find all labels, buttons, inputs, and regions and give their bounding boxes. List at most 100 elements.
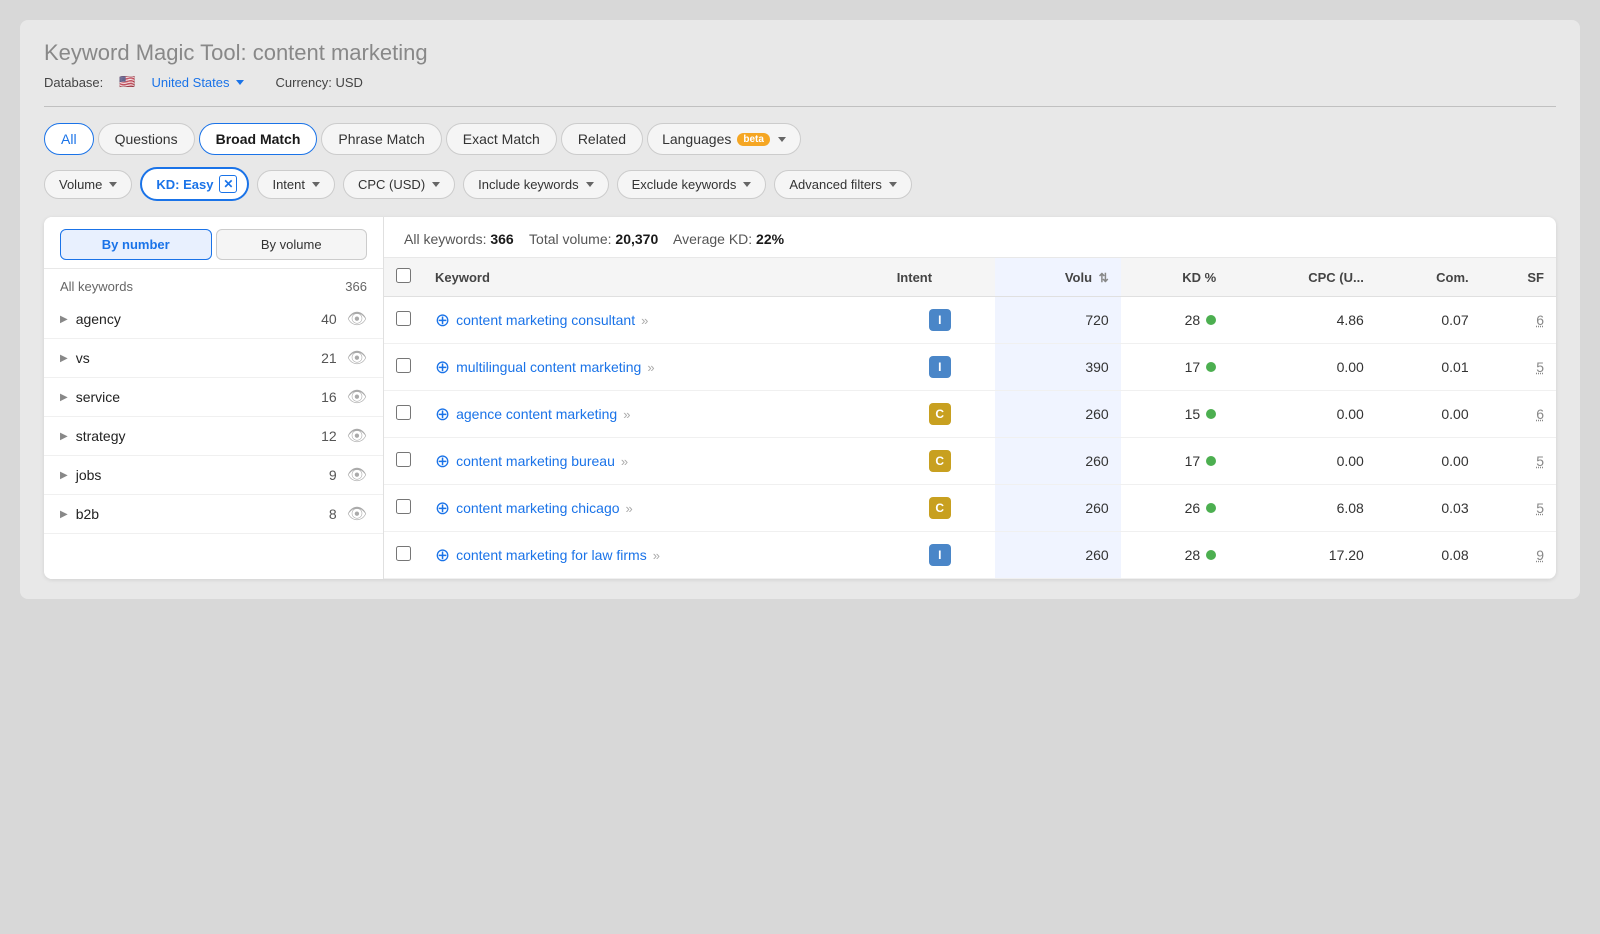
- keyword-col-header[interactable]: Keyword: [423, 258, 885, 297]
- sidebar-item-agency[interactable]: ▶ agency 40 👁: [44, 300, 383, 339]
- page-title: Keyword Magic Tool: content marketing: [44, 40, 1556, 66]
- row-checkbox[interactable]: [396, 546, 411, 561]
- table-header-row: Keyword Intent Volu ⇅ KD %: [384, 258, 1556, 297]
- kd-cell: 26: [1121, 485, 1228, 532]
- cpc-col-header[interactable]: CPC (U...: [1228, 258, 1376, 297]
- tab-exact-match[interactable]: Exact Match: [446, 123, 557, 155]
- volume-cell: 260: [995, 391, 1121, 438]
- sidebar-item-service[interactable]: ▶ service 16 👁: [44, 378, 383, 417]
- database-link[interactable]: United States: [151, 75, 243, 90]
- kd-cell: 17: [1121, 344, 1228, 391]
- kd-col-header[interactable]: KD %: [1121, 258, 1228, 297]
- main-container: Keyword Magic Tool: content marketing Da…: [20, 20, 1580, 599]
- advanced-chevron-icon: [889, 182, 897, 187]
- select-all-header[interactable]: [384, 258, 423, 297]
- kd-dot-icon: [1206, 550, 1216, 560]
- intent-col-header[interactable]: Intent: [885, 258, 995, 297]
- tab-phrase-match[interactable]: Phrase Match: [321, 123, 441, 155]
- tab-related[interactable]: Related: [561, 123, 643, 155]
- by-number-button[interactable]: By number: [60, 229, 212, 260]
- include-chevron-icon: [586, 182, 594, 187]
- table-row: ⊕agence content marketing»C260150.000.00…: [384, 391, 1556, 438]
- keyword-link[interactable]: ⊕content marketing chicago»: [435, 499, 873, 517]
- volume-sort-icon: ⇅: [1099, 271, 1109, 285]
- tabs-row: All Questions Broad Match Phrase Match E…: [44, 123, 1556, 155]
- add-keyword-icon[interactable]: ⊕: [435, 546, 450, 564]
- advanced-filters[interactable]: Advanced filters: [774, 170, 912, 199]
- sidebar-item-strategy[interactable]: ▶ strategy 12 👁: [44, 417, 383, 456]
- service-eye-icon[interactable]: 👁: [347, 387, 367, 407]
- kd-dot-icon: [1206, 503, 1216, 513]
- exclude-chevron-icon: [743, 182, 751, 187]
- sidebar-item-jobs[interactable]: ▶ jobs 9 👁: [44, 456, 383, 495]
- flag-icon: 🇺🇸: [119, 74, 135, 90]
- cpc-chevron-icon: [432, 182, 440, 187]
- cpc-filter[interactable]: CPC (USD): [343, 170, 455, 199]
- keyword-link[interactable]: ⊕agence content marketing»: [435, 405, 873, 423]
- volume-cell: 720: [995, 297, 1121, 344]
- keyword-cell: ⊕content marketing bureau»: [423, 438, 885, 485]
- kd-easy-filter[interactable]: KD: Easy ✕: [140, 167, 249, 201]
- keyword-chevrons-icon: »: [626, 501, 633, 516]
- currency-label: Currency: USD: [276, 75, 363, 90]
- volume-col-header[interactable]: Volu ⇅: [995, 258, 1121, 297]
- volume-chevron-icon: [109, 182, 117, 187]
- sidebar-item-b2b[interactable]: ▶ b2b 8 👁: [44, 495, 383, 534]
- tab-all[interactable]: All: [44, 123, 94, 155]
- include-keywords-filter[interactable]: Include keywords: [463, 170, 608, 199]
- volume-filter[interactable]: Volume: [44, 170, 132, 199]
- intent-chevron-icon: [312, 182, 320, 187]
- com-col-header[interactable]: Com.: [1376, 258, 1481, 297]
- expand-service-icon: ▶: [60, 392, 68, 403]
- intent-filter[interactable]: Intent: [257, 170, 335, 199]
- tab-questions[interactable]: Questions: [98, 123, 195, 155]
- row-checkbox[interactable]: [396, 311, 411, 326]
- strategy-eye-icon[interactable]: 👁: [347, 426, 367, 446]
- tab-broad-match[interactable]: Broad Match: [199, 123, 318, 155]
- expand-vs-icon: ▶: [60, 353, 68, 364]
- sf-cell: 5: [1481, 438, 1556, 485]
- agency-label: agency: [76, 311, 321, 327]
- keyword-link[interactable]: ⊕content marketing consultant»: [435, 311, 873, 329]
- row-checkbox[interactable]: [396, 358, 411, 373]
- row-checkbox[interactable]: [396, 452, 411, 467]
- add-keyword-icon[interactable]: ⊕: [435, 358, 450, 376]
- vs-eye-icon[interactable]: 👁: [347, 348, 367, 368]
- row-checkbox[interactable]: [396, 499, 411, 514]
- table-row: ⊕multilingual content marketing»I390170.…: [384, 344, 1556, 391]
- row-checkbox-cell: [384, 485, 423, 532]
- cpc-cell: 6.08: [1228, 485, 1376, 532]
- exclude-keywords-filter[interactable]: Exclude keywords: [617, 170, 767, 199]
- main-content: All keywords: 366 Total volume: 20,370 A…: [384, 217, 1556, 579]
- select-all-checkbox[interactable]: [396, 268, 411, 283]
- keyword-text: content marketing for law firms: [456, 547, 647, 563]
- tab-languages[interactable]: Languages beta: [647, 123, 801, 155]
- row-checkbox-cell: [384, 297, 423, 344]
- sf-col-header[interactable]: SF: [1481, 258, 1556, 297]
- jobs-eye-icon[interactable]: 👁: [347, 465, 367, 485]
- com-cell: 0.00: [1376, 438, 1481, 485]
- add-keyword-icon[interactable]: ⊕: [435, 405, 450, 423]
- keyword-link[interactable]: ⊕multilingual content marketing»: [435, 358, 873, 376]
- by-volume-button[interactable]: By volume: [216, 229, 368, 260]
- expand-jobs-icon: ▶: [60, 470, 68, 481]
- keyword-link[interactable]: ⊕content marketing bureau»: [435, 452, 873, 470]
- intent-badge: C: [929, 497, 951, 519]
- row-checkbox[interactable]: [396, 405, 411, 420]
- b2b-eye-icon[interactable]: 👁: [347, 504, 367, 524]
- agency-eye-icon[interactable]: 👁: [347, 309, 367, 329]
- keyword-link[interactable]: ⊕content marketing for law firms»: [435, 546, 873, 564]
- add-keyword-icon[interactable]: ⊕: [435, 452, 450, 470]
- b2b-label: b2b: [76, 506, 329, 522]
- kd-easy-close-button[interactable]: ✕: [219, 175, 237, 193]
- intent-filter-label: Intent: [272, 177, 305, 192]
- kd-value: 17: [1185, 359, 1201, 375]
- total-volume-value: 20,370: [615, 231, 658, 247]
- intent-badge: C: [929, 403, 951, 425]
- add-keyword-icon[interactable]: ⊕: [435, 311, 450, 329]
- kd-value: 17: [1185, 453, 1201, 469]
- add-keyword-icon[interactable]: ⊕: [435, 499, 450, 517]
- kd-cell: 28: [1121, 532, 1228, 579]
- sidebar-controls: By number By volume: [44, 217, 383, 269]
- sidebar-item-vs[interactable]: ▶ vs 21 👁: [44, 339, 383, 378]
